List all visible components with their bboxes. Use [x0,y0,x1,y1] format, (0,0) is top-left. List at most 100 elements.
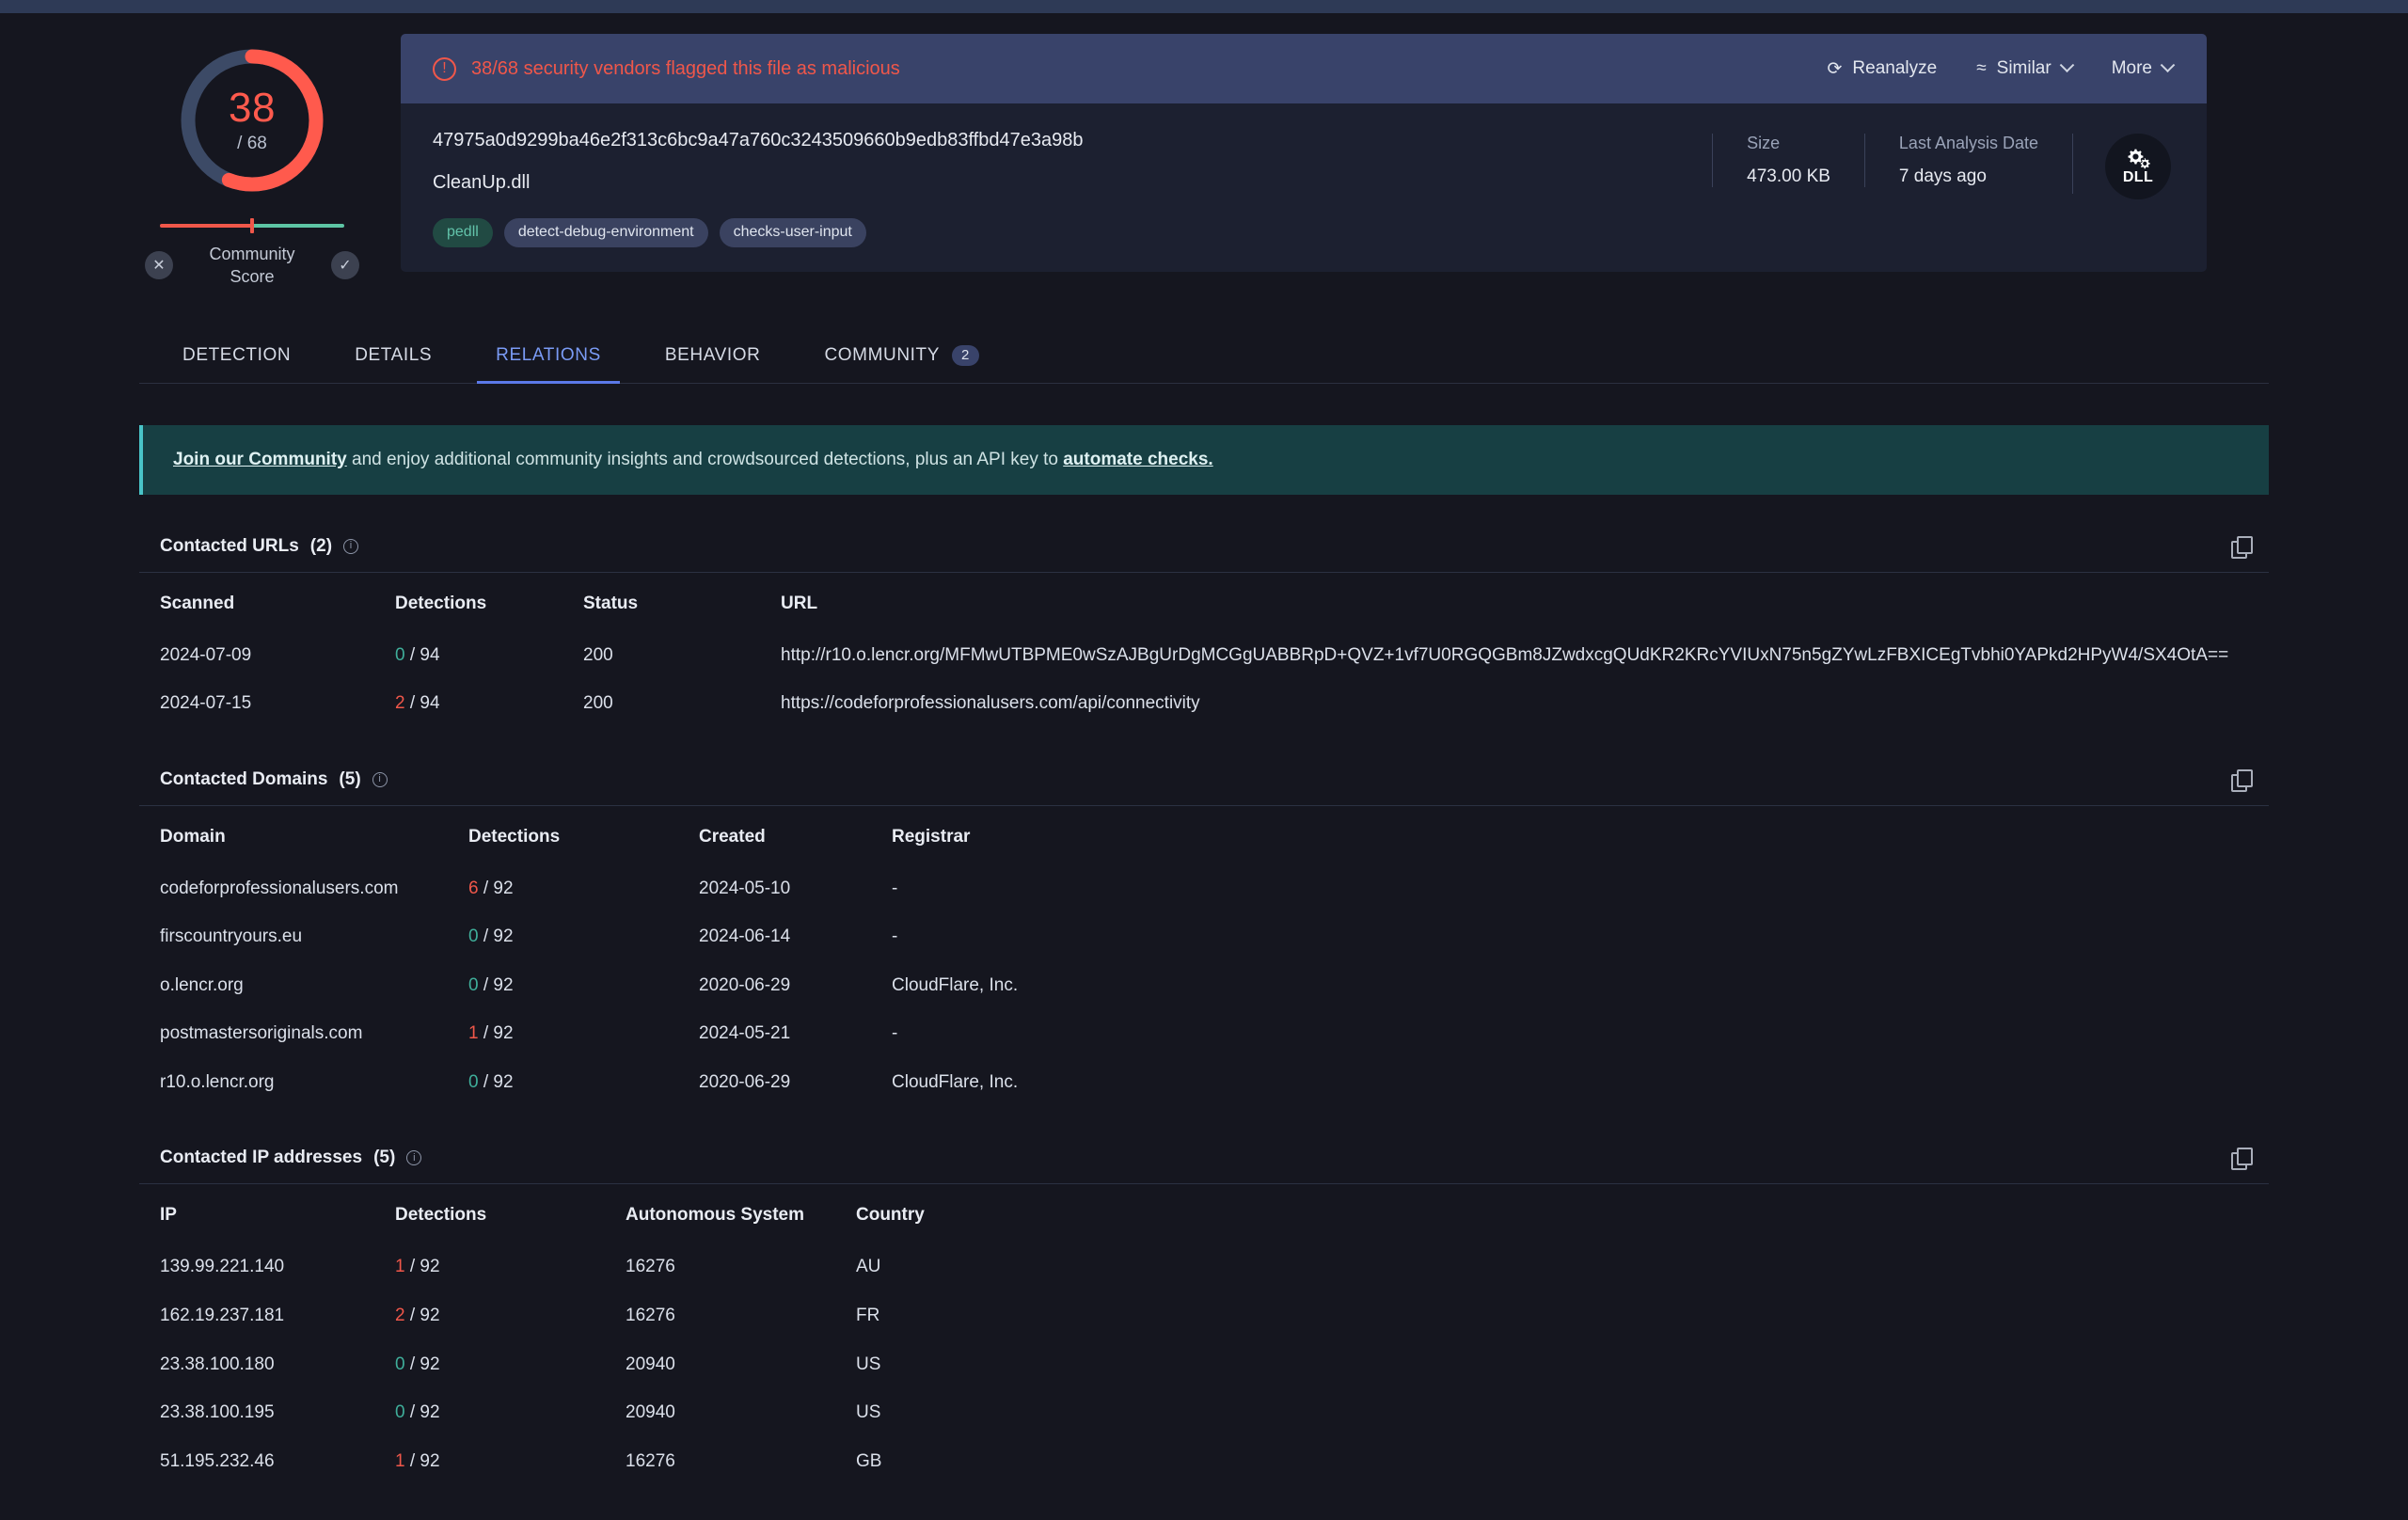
domain-created: 2024-05-10 [699,878,791,898]
malicious-alert-bar: ! 38/68 security vendors flagged this fi… [401,34,2207,103]
waves-icon: ≈ [1976,58,1987,78]
tab-relations[interactable]: RELATIONS [464,332,633,384]
domain-detections: 0 / 92 [448,912,678,961]
detection-total: / 92 [409,1257,440,1277]
contacted-ips-count: (5) [373,1148,396,1168]
detection-total: / 94 [409,693,440,714]
url-value[interactable]: https://codeforprofessionalusers.com/api… [760,679,2269,728]
table-row[interactable]: firscountryours.eu 0 / 92 2024-06-14 - [139,912,2269,961]
ip-asn: 20940 [626,1354,675,1374]
notice-middle-text: and enjoy additional community insights … [346,449,1064,469]
copy-icon[interactable] [2231,768,2253,792]
ip-value[interactable]: 139.99.221.140 [139,1243,374,1291]
reanalyze-button[interactable]: ⟳ Reanalyze [1828,58,1938,80]
section-contacted-domains: Contacted Domains (5) i Domain Detection… [139,754,2269,1107]
table-row[interactable]: 139.99.221.140 1 / 92 16276 AU [139,1243,2269,1291]
detection-total: / 92 [483,1071,514,1092]
page-root: 38 / 68 ✕ Community Score ✓ ! 38/68 secu… [0,13,2408,1485]
tag-checks-user-input[interactable]: checks-user-input [719,218,866,247]
table-row[interactable]: postmastersoriginals.com 1 / 92 2024-05-21… [139,1009,2269,1058]
detection-total: / 92 [409,1354,440,1374]
domain-detections: 6 / 92 [448,864,678,913]
table-header-row: IP Detections Autonomous System Country [139,1184,2269,1243]
detection-hits: 2 [395,1305,405,1325]
domain-value[interactable]: firscountryours.eu [139,912,448,961]
info-icon[interactable]: i [372,771,388,787]
file-size-cell: Size 473.00 KB [1712,134,1864,187]
domain-created: 2024-06-14 [699,926,791,947]
info-icon[interactable]: i [343,538,359,554]
domain-value[interactable]: o.lencr.org [139,961,448,1010]
table-row[interactable]: 2024-07-09 0 / 94 200 http://r10.o.lencr… [139,631,2269,680]
more-label: More [2111,58,2152,78]
table-row[interactable]: 51.195.232.46 1 / 92 16276 GB [139,1437,2269,1486]
ip-country: AU [856,1257,881,1277]
ip-value[interactable]: 51.195.232.46 [139,1437,374,1486]
file-metadata: Size 473.00 KB Last Analysis Date 7 days… [1712,130,2175,199]
domain-value[interactable]: codeforprofessionalusers.com [139,864,448,913]
col-country: Country [856,1205,925,1226]
ip-value[interactable]: 23.38.100.180 [139,1340,374,1389]
ip-detections: 1 / 92 [374,1243,605,1291]
ip-value[interactable]: 23.38.100.195 [139,1388,374,1437]
info-icon[interactable]: i [406,1150,422,1166]
tag-pedll[interactable]: pedll [433,218,493,247]
automate-checks-link[interactable]: automate checks. [1063,450,1212,469]
copy-icon[interactable] [2231,1148,2253,1171]
contacted-urls-header: Contacted URLs (2) i [139,521,2269,573]
ip-detections: 0 / 92 [374,1388,605,1437]
table-row[interactable]: 23.38.100.195 0 / 92 20940 US [139,1388,2269,1437]
contacted-urls-table: Scanned Detections Status URL 2024-07-09… [139,573,2269,728]
domain-value[interactable]: postmastersoriginals.com [139,1009,448,1058]
file-size-value: 473.00 KB [1747,166,1830,186]
table-header-row: Domain Detections Created Registrar [139,806,2269,864]
tag-detect-debug-environment[interactable]: detect-debug-environment [503,218,708,247]
section-contacted-ips: Contacted IP addresses (5) i IP Detectio… [139,1132,2269,1485]
copy-icon[interactable] [2231,535,2253,559]
detection-hits: 0 [395,1354,405,1374]
tab-detection-label: DETECTION [182,344,292,365]
detection-total: / 92 [483,1023,514,1044]
url-value[interactable]: http://r10.o.lencr.org/MFMwUTBPME0wSzAJB… [760,631,2269,680]
tab-community[interactable]: COMMUNITY 2 [792,332,1011,383]
community-score-row: ✕ Community Score ✓ [145,243,359,289]
table-row[interactable]: 2024-07-15 2 / 94 200 https://codeforpro… [139,679,2269,728]
contacted-domains-table: Domain Detections Created Registrar code… [139,806,2269,1107]
last-analysis-label: Last Analysis Date [1898,134,2038,152]
similar-button[interactable]: ≈ Similar [1976,56,2074,79]
table-row[interactable]: 162.19.237.181 2 / 92 16276 FR [139,1291,2269,1340]
col-detections: Detections [468,826,561,847]
vote-down-button[interactable]: ✕ [145,251,173,280]
url-status: 200 [583,644,613,665]
refresh-icon: ⟳ [1827,58,1843,79]
meta-divider [2072,134,2073,194]
tab-details-label: DETAILS [355,344,433,365]
table-row[interactable]: r10.o.lencr.org 0 / 92 2020-06-29 CloudFlar… [139,1058,2269,1107]
url-status: 200 [583,693,613,714]
ip-value[interactable]: 162.19.237.181 [139,1291,374,1340]
tab-detection[interactable]: DETECTION [150,332,323,383]
vote-up-button[interactable]: ✓ [331,251,359,280]
tab-behavior[interactable]: BEHAVIOR [633,332,793,383]
col-status: Status [583,593,639,613]
tab-community-badge: 2 [952,344,979,366]
table-row[interactable]: codeforprofessionalusers.com 6 / 92 2024-0… [139,864,2269,913]
join-community-link[interactable]: Join our Community [173,450,347,469]
alert-actions: ⟳ Reanalyze ≈ Similar More [1828,56,2176,80]
col-detections: Detections [395,593,487,613]
gears-icon [2128,149,2150,168]
tab-details[interactable]: DETAILS [323,332,464,383]
reanalyze-label: Reanalyze [1852,58,1938,78]
detection-hits: 0 [468,974,479,995]
domain-registrar: - [892,926,898,947]
table-row[interactable]: o.lencr.org 0 / 92 2020-06-29 CloudFlare, I… [139,961,2269,1010]
more-button[interactable]: More [2111,56,2176,79]
main-tabs: DETECTION DETAILS RELATIONS BEHAVIOR COM… [139,332,2269,384]
domain-value[interactable]: r10.o.lencr.org [139,1058,448,1107]
table-row[interactable]: 23.38.100.180 0 / 92 20940 US [139,1340,2269,1389]
contacted-urls-title: Contacted URLs [160,535,299,556]
section-contacted-urls: Contacted URLs (2) i Scanned Detections … [139,521,2269,728]
col-registrar: Registrar [892,826,971,847]
community-score-slider[interactable] [160,218,344,233]
detection-total: / 92 [483,974,514,995]
